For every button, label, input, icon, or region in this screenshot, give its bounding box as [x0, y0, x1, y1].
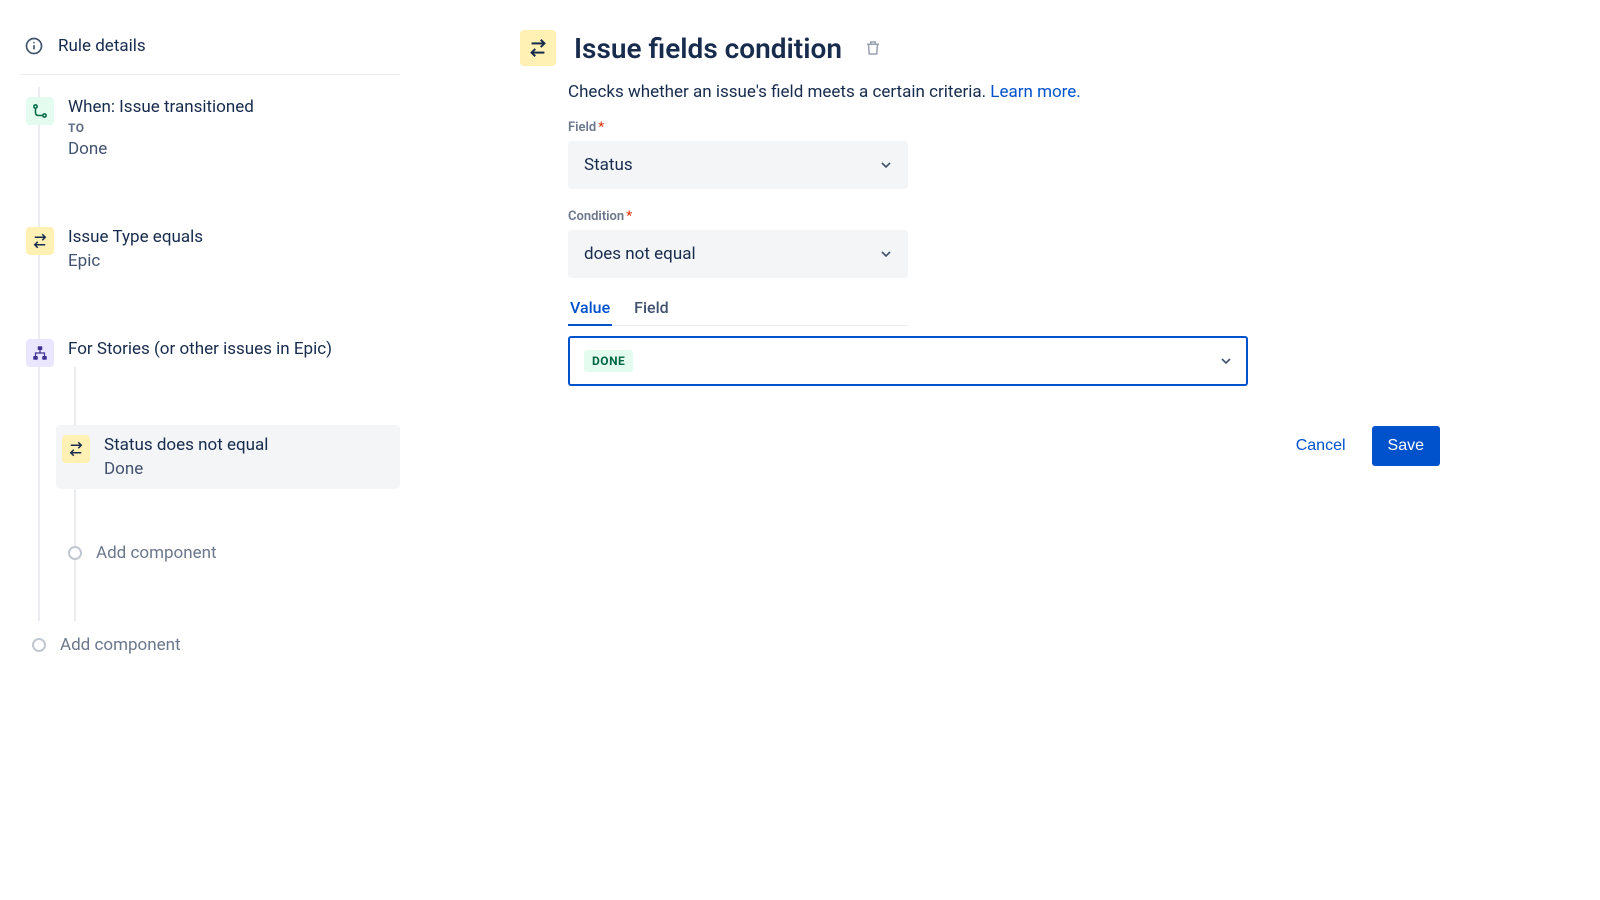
branch-icon	[26, 339, 54, 367]
step-sub: Done	[68, 139, 394, 159]
step-sub: Epic	[68, 251, 394, 271]
step-title: Status does not equal	[104, 435, 394, 455]
step-title: Issue Type equals	[68, 227, 394, 247]
rule-timeline: When: Issue transitioned TO Done Issue T…	[20, 87, 400, 661]
condition-icon	[520, 30, 556, 66]
tab-field[interactable]: Field	[632, 298, 671, 325]
condition-icon	[62, 435, 90, 463]
cancel-button[interactable]: Cancel	[1280, 426, 1362, 466]
compare-tabs: Value Field	[568, 298, 908, 326]
step-branch[interactable]: For Stories (or other issues in Epic)	[20, 329, 400, 377]
condition-form: Field* Status Condition* does not equal …	[568, 120, 1440, 466]
chevron-down-icon	[878, 246, 894, 262]
add-component-label: Add component	[96, 543, 217, 563]
step-condition-status[interactable]: Status does not equal Done	[56, 425, 400, 489]
step-title: When: Issue transitioned	[68, 97, 394, 117]
field-label: Field*	[568, 120, 1440, 135]
rule-sidebar: Rule details When: Issue transitioned TO…	[0, 0, 420, 900]
tab-value[interactable]: Value	[568, 298, 612, 325]
main-header: Issue fields condition	[520, 30, 1440, 66]
add-circle-icon	[32, 638, 46, 652]
add-component-label: Add component	[60, 635, 181, 655]
description-text: Checks whether an issue's field meets a …	[568, 82, 1440, 102]
add-component-inner[interactable]: Add component	[56, 537, 400, 569]
chevron-down-icon	[878, 157, 894, 173]
delete-button[interactable]	[860, 35, 886, 61]
trigger-icon	[26, 97, 54, 125]
value-select[interactable]: DONE	[568, 336, 1248, 386]
field-select[interactable]: Status	[568, 141, 908, 189]
main-panel: Issue fields condition Checks whether an…	[420, 0, 1600, 900]
learn-more-link[interactable]: Learn more.	[990, 82, 1081, 102]
rule-details-link[interactable]: Rule details	[20, 30, 400, 75]
step-trigger[interactable]: When: Issue transitioned TO Done	[20, 87, 400, 169]
form-actions: Cancel Save	[568, 426, 1440, 466]
step-sublabel: TO	[68, 121, 394, 135]
add-component-outer[interactable]: Add component	[20, 629, 400, 661]
add-circle-icon	[68, 546, 82, 560]
step-sub: Done	[104, 459, 394, 479]
condition-select-value: does not equal	[584, 244, 696, 264]
condition-icon	[26, 227, 54, 255]
chevron-down-icon	[1218, 353, 1234, 369]
status-chip: DONE	[584, 350, 633, 372]
rule-details-label: Rule details	[58, 36, 146, 56]
step-condition-issuetype[interactable]: Issue Type equals Epic	[20, 217, 400, 281]
info-icon	[24, 36, 44, 56]
condition-label: Condition*	[568, 209, 1440, 224]
field-select-value: Status	[584, 155, 633, 175]
page-title: Issue fields condition	[574, 32, 842, 65]
condition-select[interactable]: does not equal	[568, 230, 908, 278]
step-title: For Stories (or other issues in Epic)	[68, 339, 394, 359]
save-button[interactable]: Save	[1372, 426, 1440, 466]
